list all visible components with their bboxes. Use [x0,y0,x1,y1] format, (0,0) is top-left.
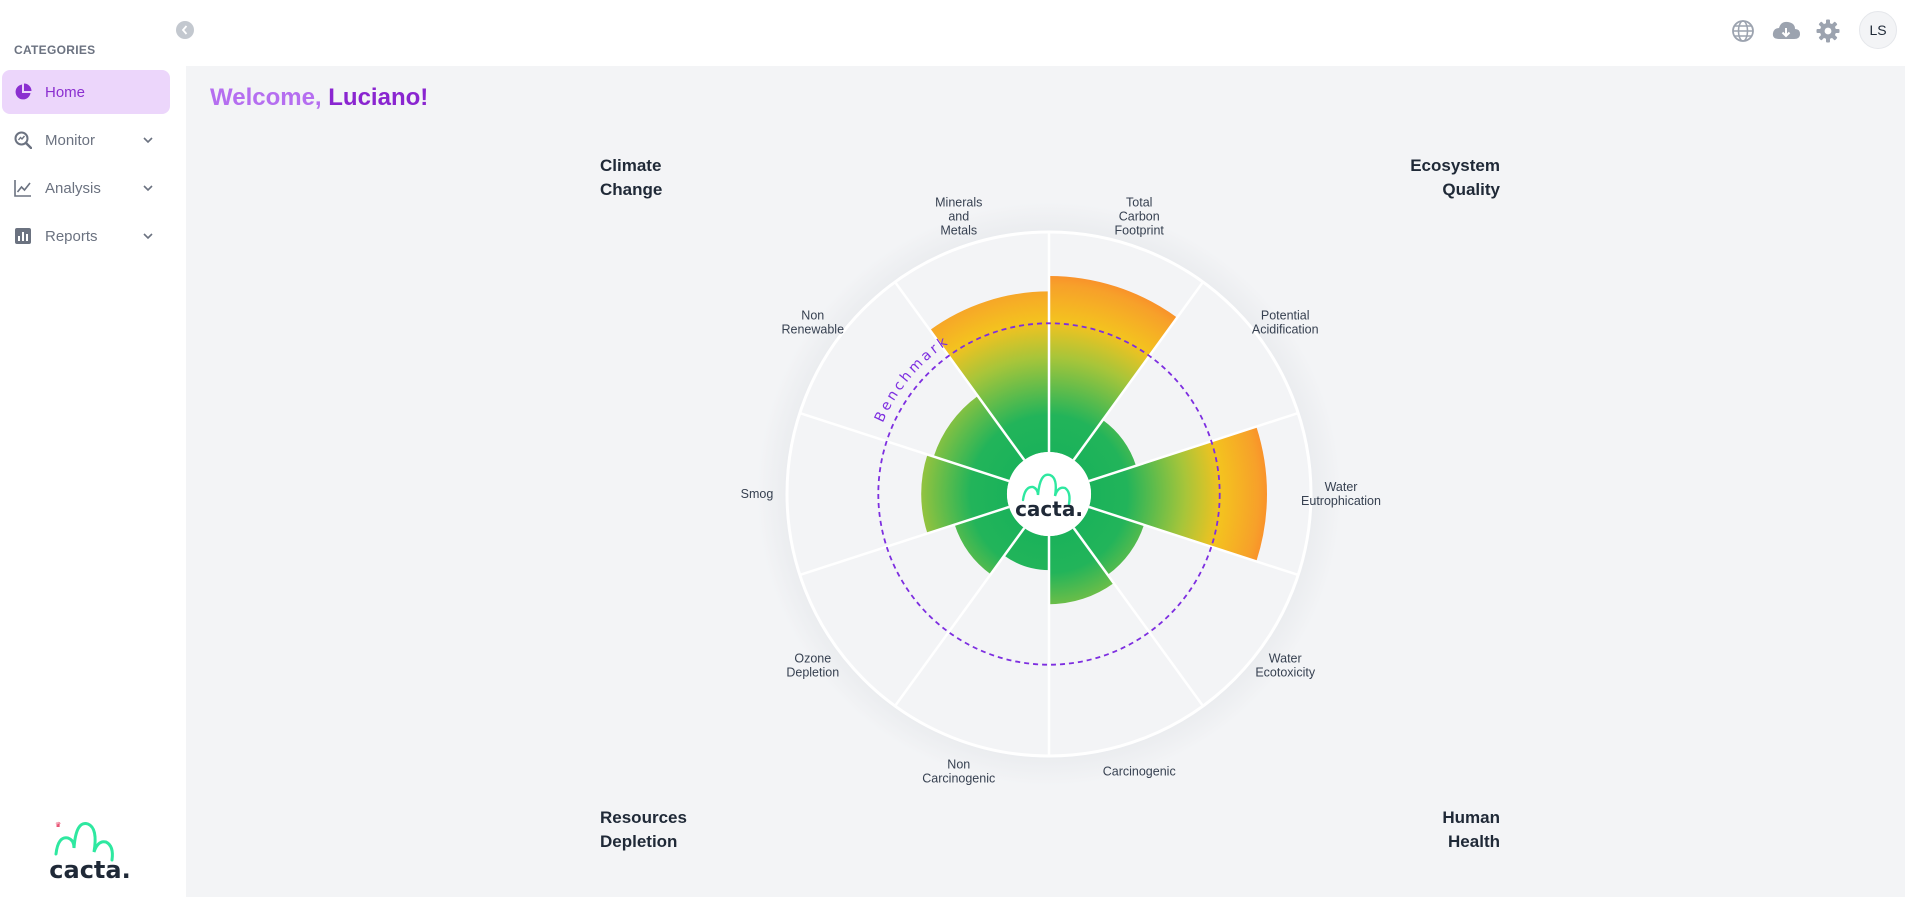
chart-center-logo: cacta. [1007,452,1091,536]
polar-area-chart: Benchmark Total Carbon FootprintPotential A… [741,195,1381,786]
chart-category-label: Total Carbon Footprint [1115,195,1165,237]
chart-category-label: Potential Acidification [1252,308,1319,336]
center-disc [1007,452,1091,536]
center-logo-text: cacta. [1015,497,1083,521]
chart-category-label: Carcinogenic [1103,765,1176,779]
chart-category-label: Smog [741,487,774,501]
